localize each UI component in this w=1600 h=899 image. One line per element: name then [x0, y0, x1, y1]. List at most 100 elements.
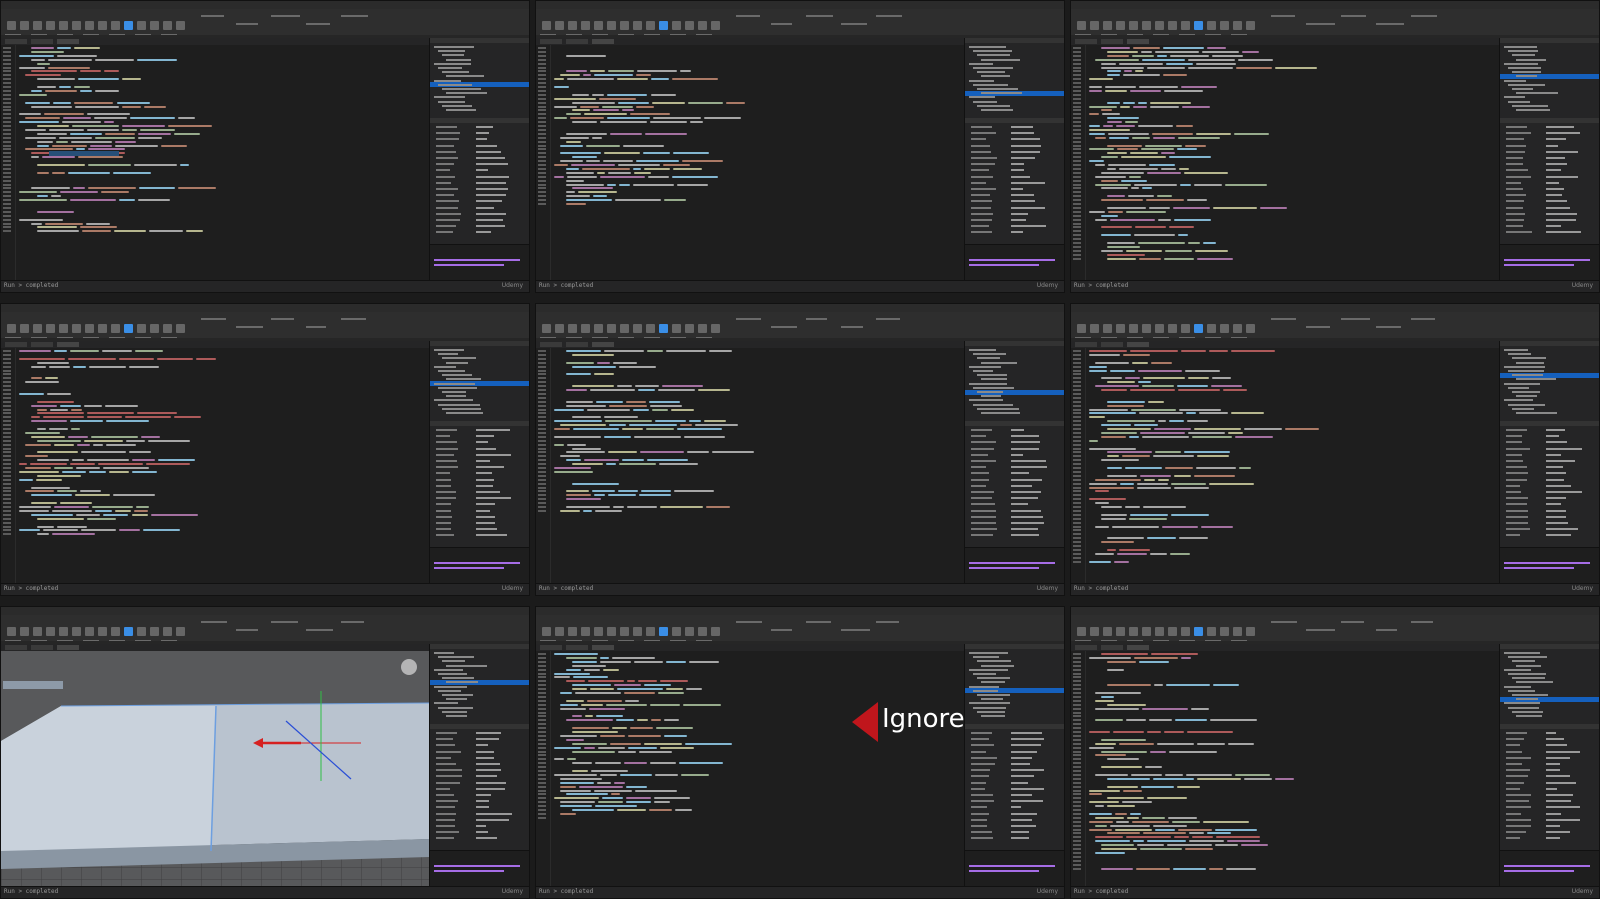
- editor-tab[interactable]: [1127, 39, 1149, 44]
- property-value[interactable]: [476, 144, 498, 147]
- toolbar-tool-icon[interactable]: [1116, 627, 1125, 636]
- explorer-tree-item[interactable]: [1504, 349, 1528, 351]
- explorer-tree-item[interactable]: [442, 71, 470, 74]
- property-value[interactable]: [476, 435, 495, 438]
- toolbar-tool-icon[interactable]: [85, 324, 94, 333]
- property-value[interactable]: [476, 750, 494, 753]
- property-value[interactable]: [476, 732, 501, 734]
- toolbar-tool-icon[interactable]: [1207, 627, 1216, 636]
- toolbar-tool-icon[interactable]: [1142, 324, 1151, 333]
- toolbar-tool-icon[interactable]: [72, 627, 81, 636]
- explorer-tree-item[interactable]: [446, 395, 467, 398]
- explorer-tree-item[interactable]: [973, 386, 1015, 389]
- explorer-tree-item[interactable]: [442, 54, 465, 57]
- toolbar-tool-icon[interactable]: [7, 627, 16, 636]
- property-value[interactable]: [476, 441, 488, 444]
- explorer-tree-item[interactable]: [973, 50, 1013, 53]
- editor-tab[interactable]: [57, 39, 79, 44]
- toolbar-tool-icon[interactable]: [685, 627, 694, 636]
- editor-tab[interactable]: [566, 39, 588, 44]
- editor-tab[interactable]: [57, 342, 79, 347]
- toolbar-tool-icon[interactable]: [1233, 21, 1242, 30]
- editor-tab[interactable]: [1101, 39, 1123, 44]
- toolbar-tool-icon[interactable]: [555, 627, 564, 636]
- toolbar-tool-icon[interactable]: [1181, 324, 1190, 333]
- toolbar-tool-icon[interactable]: [607, 324, 616, 333]
- property-value[interactable]: [1546, 212, 1578, 215]
- toolbar-tool-icon[interactable]: [46, 21, 55, 30]
- property-value[interactable]: [476, 138, 487, 141]
- toolbar-tool-icon[interactable]: [20, 627, 29, 636]
- property-value[interactable]: [1546, 738, 1564, 741]
- property-value[interactable]: [476, 472, 493, 475]
- toolbar-tool-icon[interactable]: [59, 21, 68, 30]
- property-value[interactable]: [1546, 831, 1570, 834]
- explorer-tree-item[interactable]: [973, 706, 1006, 709]
- editor-tab[interactable]: [31, 342, 53, 347]
- property-value[interactable]: [1546, 472, 1566, 475]
- toolbar-tool-icon[interactable]: [607, 627, 616, 636]
- property-value[interactable]: [1011, 188, 1024, 190]
- property-value[interactable]: [1546, 138, 1567, 141]
- property-value[interactable]: [1546, 188, 1564, 190]
- editor-tab[interactable]: [540, 342, 562, 347]
- explorer-tree-item[interactable]: [1512, 694, 1548, 696]
- property-value[interactable]: [1011, 756, 1032, 759]
- editor-tab[interactable]: [540, 39, 562, 44]
- explorer-tree-item[interactable]: [438, 370, 465, 372]
- toolbar-tool-icon[interactable]: [1077, 324, 1086, 333]
- explorer-tree-item[interactable]: [1516, 395, 1537, 398]
- explorer-tree-item[interactable]: [1516, 75, 1538, 78]
- property-value[interactable]: [1011, 509, 1041, 512]
- toolbar-tool-icon[interactable]: [85, 21, 94, 30]
- toolbar-tool-icon[interactable]: [176, 627, 185, 636]
- toolbar-tool-icon[interactable]: [111, 324, 120, 333]
- property-value[interactable]: [1011, 775, 1034, 778]
- toolbar-tool-icon[interactable]: [685, 324, 694, 333]
- explorer-tree-item[interactable]: [438, 83, 472, 86]
- property-value[interactable]: [476, 756, 494, 759]
- property-value[interactable]: [476, 769, 501, 772]
- explorer-tree-item[interactable]: [969, 702, 1010, 705]
- explorer-tree-item[interactable]: [969, 62, 994, 65]
- property-value[interactable]: [1546, 194, 1562, 197]
- property-value[interactable]: [476, 825, 487, 827]
- property-value[interactable]: [476, 478, 495, 481]
- explorer-tree-item[interactable]: [1504, 79, 1526, 82]
- toolbar-tool-icon[interactable]: [59, 324, 68, 333]
- toolbar-tool-icon[interactable]: [711, 627, 720, 636]
- toolbar-tool-icon[interactable]: [711, 21, 720, 30]
- toolbar-option-label[interactable]: [736, 621, 763, 623]
- explorer-tree-item[interactable]: [438, 403, 480, 406]
- property-value[interactable]: [476, 200, 502, 203]
- explorer-tree-item[interactable]: [1504, 46, 1538, 48]
- toolbar-tool-icon[interactable]: [568, 324, 577, 333]
- explorer-tree-item[interactable]: [973, 67, 1013, 69]
- toolbar-option-label[interactable]: [806, 318, 828, 320]
- explorer-tree-item[interactable]: [442, 104, 472, 107]
- property-value[interactable]: [476, 157, 506, 159]
- explorer-tree-item[interactable]: [1508, 67, 1542, 69]
- toolbar-tool-icon[interactable]: [7, 324, 16, 333]
- toolbar-tool-icon[interactable]: [1103, 324, 1112, 333]
- toolbar-option-label[interactable]: [236, 629, 259, 631]
- script-editor[interactable]: [1071, 348, 1499, 586]
- explorer-tree-item[interactable]: [1504, 668, 1531, 671]
- property-value[interactable]: [476, 837, 498, 840]
- explorer-tree-item[interactable]: [977, 104, 1010, 107]
- toolbar-option-label[interactable]: [306, 629, 333, 631]
- property-value[interactable]: [1546, 157, 1565, 159]
- toolbar-option-label[interactable]: [771, 23, 792, 25]
- property-value[interactable]: [1546, 528, 1579, 531]
- toolbar-tool-icon[interactable]: [555, 21, 564, 30]
- property-value[interactable]: [476, 515, 495, 518]
- toolbar-tool-icon[interactable]: [581, 324, 590, 333]
- toolbar-option-label[interactable]: [306, 23, 330, 25]
- property-value[interactable]: [1546, 769, 1561, 772]
- toolbar-tool-icon[interactable]: [150, 324, 159, 333]
- property-value[interactable]: [1546, 750, 1580, 753]
- toolbar-tool-icon[interactable]: [581, 21, 590, 30]
- property-value[interactable]: [476, 175, 509, 178]
- toolbar-tool-icon[interactable]: [1220, 324, 1229, 333]
- property-value[interactable]: [1546, 503, 1561, 506]
